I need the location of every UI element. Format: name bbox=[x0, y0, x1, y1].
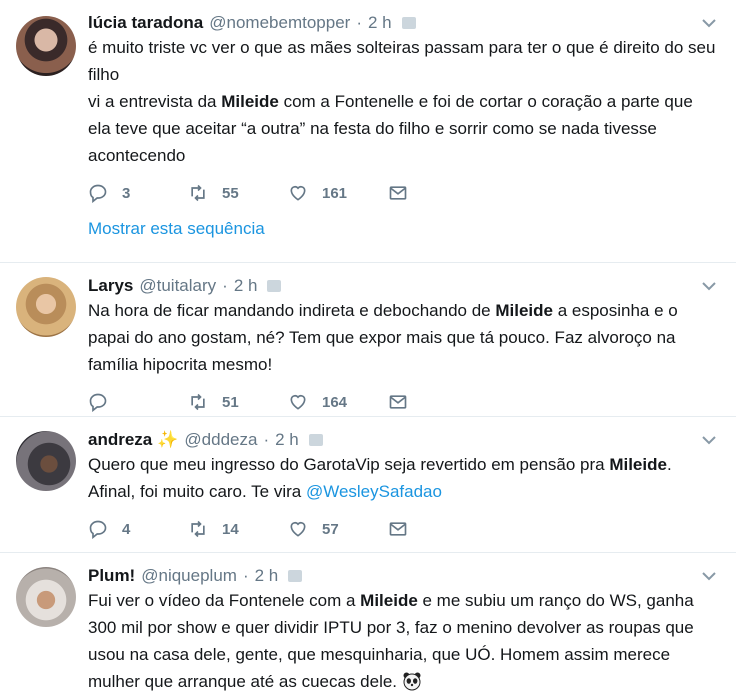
avatar[interactable] bbox=[16, 277, 76, 337]
chevron-down-icon[interactable] bbox=[700, 567, 718, 585]
retweet-icon bbox=[191, 184, 205, 202]
tweet-text-line: vi a entrevista da Mileide com a Fontene… bbox=[88, 88, 720, 169]
tweet-text-line: Fui ver o vídeo da Fontenele com a Milei… bbox=[88, 587, 720, 695]
retweet-button[interactable]: 14 bbox=[188, 519, 288, 539]
tweet-text: Na hora de ficar mandando indireta e deb… bbox=[88, 297, 720, 378]
tweet-text-line: é muito triste vc ver o que as mães solt… bbox=[88, 38, 716, 84]
like-icon bbox=[290, 521, 306, 537]
display-name[interactable]: Larys bbox=[88, 276, 133, 296]
like-count: 161 bbox=[322, 184, 348, 202]
retweet-icon bbox=[191, 520, 205, 538]
separator: · bbox=[263, 430, 270, 449]
timestamp[interactable]: 2 h bbox=[255, 566, 279, 586]
sparkles-icon: ✨ bbox=[157, 430, 179, 449]
show-thread-link[interactable]: Mostrar esta sequência bbox=[88, 215, 720, 253]
retweet-count: 51 bbox=[222, 393, 239, 411]
tweet-header: Larys @tuitalary · 2 h bbox=[88, 275, 720, 297]
like-button[interactable]: 161 bbox=[288, 183, 388, 203]
reply-button[interactable] bbox=[88, 392, 188, 412]
reply-icon bbox=[89, 184, 107, 203]
reply-icon bbox=[89, 393, 107, 412]
like-button[interactable]: 57 bbox=[288, 519, 388, 539]
panda-emoji bbox=[403, 672, 421, 691]
tweet[interactable]: lúcia taradona @nomebemtopper · 2 h é mu… bbox=[0, 0, 736, 263]
reply-button[interactable]: 4 bbox=[88, 519, 188, 539]
message-icon bbox=[389, 395, 407, 409]
tweet-header: Plum! @niqueplum · 2 h bbox=[88, 565, 720, 587]
username[interactable]: @tuitalary bbox=[139, 276, 216, 296]
timestamp[interactable]: 2 h bbox=[275, 430, 299, 450]
message-button[interactable] bbox=[388, 183, 428, 203]
separator: · bbox=[242, 566, 249, 585]
highlight-term: Mileide bbox=[221, 92, 279, 111]
separator: · bbox=[222, 276, 228, 295]
tweet-header: andreza ✨ @dddeza · 2 h bbox=[88, 429, 720, 451]
tweet-header: lúcia taradona @nomebemtopper · 2 h bbox=[88, 12, 720, 34]
badge-icon bbox=[401, 17, 416, 29]
like-icon bbox=[290, 394, 306, 410]
mention-link[interactable]: @WesleySafadao bbox=[306, 482, 442, 501]
badge-icon bbox=[288, 570, 303, 582]
like-count: 57 bbox=[322, 520, 339, 538]
avatar[interactable] bbox=[16, 567, 76, 627]
chevron-down-icon[interactable] bbox=[700, 277, 718, 295]
text-segment: Na hora de ficar mandando indireta e deb… bbox=[88, 301, 496, 320]
tweet[interactable]: Plum! @niqueplum · 2 h Fui ver o vídeo d… bbox=[0, 553, 736, 699]
username[interactable]: @niqueplum bbox=[141, 566, 237, 586]
retweet-count: 14 bbox=[222, 520, 239, 538]
message-button[interactable] bbox=[388, 519, 428, 539]
like-icon bbox=[290, 185, 306, 201]
timeline: lúcia taradona @nomebemtopper · 2 h é mu… bbox=[0, 0, 736, 699]
reply-button[interactable]: 3 bbox=[88, 183, 188, 203]
retweet-button[interactable]: 51 bbox=[188, 392, 288, 412]
tweet-text: Quero que meu ingresso do GarotaVip seja… bbox=[88, 451, 720, 505]
tweet-text: é muito triste vc ver o que as mães solt… bbox=[88, 34, 720, 169]
text-segment: vi a entrevista da bbox=[88, 92, 222, 111]
tweet[interactable]: andreza ✨ @dddeza · 2 h Quero que meu in… bbox=[0, 417, 736, 553]
separator: · bbox=[356, 13, 362, 32]
reply-icon bbox=[89, 520, 107, 539]
highlight-term: Mileide bbox=[360, 591, 418, 610]
username[interactable]: @nomebemtopper bbox=[209, 13, 350, 33]
highlight-term: Mileide bbox=[609, 455, 667, 474]
badge-icon bbox=[308, 434, 323, 446]
timestamp[interactable]: 2 h bbox=[234, 276, 258, 296]
text-segment: Fui ver o vídeo da Fontenele com a bbox=[88, 591, 361, 610]
timestamp[interactable]: 2 h bbox=[368, 13, 392, 33]
tweet-text: Fui ver o vídeo da Fontenele com a Milei… bbox=[88, 587, 720, 695]
retweet-icon bbox=[191, 393, 205, 411]
message-button[interactable] bbox=[388, 392, 428, 412]
message-icon bbox=[389, 522, 407, 536]
badge-icon bbox=[267, 280, 282, 292]
avatar[interactable] bbox=[16, 16, 76, 76]
display-name[interactable]: Plum! bbox=[88, 566, 135, 586]
reply-count: 4 bbox=[122, 520, 131, 538]
retweet-button[interactable]: 55 bbox=[188, 183, 288, 203]
avatar[interactable] bbox=[16, 431, 76, 491]
display-name[interactable]: lúcia taradona bbox=[88, 13, 203, 33]
chevron-down-icon[interactable] bbox=[700, 431, 718, 449]
reply-count: 3 bbox=[122, 184, 131, 202]
message-icon bbox=[389, 186, 407, 200]
like-button[interactable]: 164 bbox=[288, 392, 388, 412]
tweet[interactable]: Larys @tuitalary · 2 h Na hora de ficar … bbox=[0, 263, 736, 417]
like-count: 164 bbox=[322, 393, 348, 411]
display-name[interactable]: andreza bbox=[88, 430, 152, 450]
tweet-actions: 4 14 57 bbox=[88, 507, 720, 551]
tweet-text-line: Na hora de ficar mandando indireta e deb… bbox=[88, 297, 720, 378]
highlight-term: Mileide bbox=[495, 301, 553, 320]
chevron-down-icon[interactable] bbox=[700, 14, 718, 32]
tweet-text-line: Quero que meu ingresso do GarotaVip seja… bbox=[88, 451, 720, 505]
retweet-count: 55 bbox=[222, 184, 239, 202]
text-segment: Quero que meu ingresso do GarotaVip seja… bbox=[88, 455, 610, 474]
tweet-actions: 3 55 161 bbox=[88, 171, 720, 215]
username[interactable]: @dddeza bbox=[184, 430, 257, 450]
